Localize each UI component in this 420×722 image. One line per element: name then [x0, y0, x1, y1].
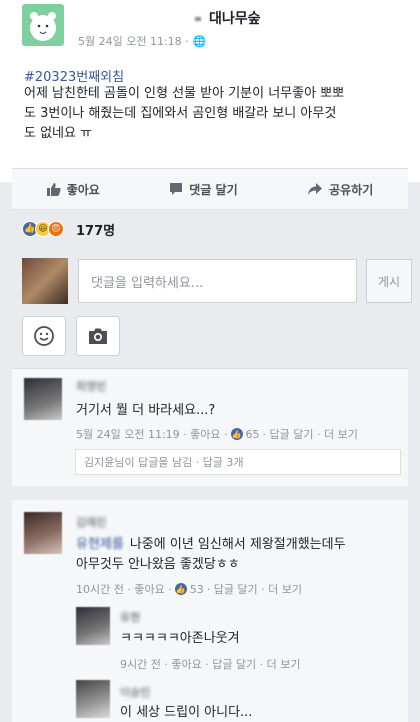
- page-avatar[interactable]: [22, 4, 64, 46]
- reaction-icons: 👍 😆 😠: [22, 221, 64, 237]
- post-card: 대나무숲 5월 24일 오전 11:18 · 🌐 #20323번째외침 어제 남친…: [0, 0, 420, 182]
- photo-button[interactable]: [76, 316, 120, 356]
- camera-icon: [89, 328, 107, 344]
- post-body-line: 어제 남친한테 곰돌이 인형 선물 받아 기분이 너무좋아 뽀뽀: [24, 86, 345, 101]
- share-button[interactable]: 공유하기: [307, 181, 373, 198]
- share-arrow-icon: [308, 183, 323, 195]
- comment-text: 거기서 뭘 더 바라세요...?: [76, 403, 216, 418]
- comment-label: 댓글 달기: [189, 182, 238, 197]
- replier-name[interactable]: 이승민: [120, 684, 150, 700]
- like-count-icon: 👍: [174, 583, 187, 595]
- like-label: 좋아요: [66, 182, 100, 197]
- page-name[interactable]: 대나무숲: [195, 8, 261, 28]
- post-timestamp[interactable]: 5월 24일 오전 11:18 · 🌐: [78, 33, 206, 49]
- angry-reaction-icon: 😠: [48, 221, 64, 237]
- smiley-icon: [34, 326, 54, 346]
- emoji-button[interactable]: [22, 316, 66, 356]
- commenter-name[interactable]: 김예린: [76, 514, 106, 530]
- post-action-bar: 좋아요 댓글 달기 공유하기: [12, 168, 408, 210]
- commenter-avatar[interactable]: [24, 512, 62, 554]
- replier-avatar[interactable]: [76, 680, 110, 718]
- reply-more-links[interactable]: · 답글 달기 · 더 보기: [207, 581, 302, 597]
- comment-text: 유현제를 나중에 이년 임신해서 제왕절개했는데두: [76, 537, 346, 552]
- view-replies-link[interactable]: 김지윤님이 답글을 남김 · 답글 3개: [75, 449, 401, 475]
- comment-meta: 10시간 전 · 좋아요 · 👍 53 · 답글 달기 · 더 보기: [76, 581, 303, 597]
- commenter-name[interactable]: 최명빈: [76, 378, 106, 394]
- replier-name[interactable]: 유현: [120, 609, 140, 625]
- comment-button[interactable]: 댓글 달기: [169, 181, 238, 198]
- post-body: 어제 남친한테 곰돌이 인형 선물 받아 기분이 너무좋아 뽀뽀 도 3번이나 …: [24, 84, 404, 144]
- post-hashtag[interactable]: #20323번째외침: [24, 66, 124, 85]
- post-body-line: 도 없네요 ㅠ: [24, 126, 93, 141]
- comment-text: 아무것두 안나왔음 좋겠당ㅎㅎ: [76, 557, 240, 572]
- reply-text: 이 세상 드립이 아니다...: [120, 705, 253, 720]
- replier-avatar[interactable]: [76, 607, 110, 645]
- reply-text: ㅋㅋㅋㅋㅋ아존나웃겨: [120, 631, 240, 646]
- comment-meta: 5월 24일 오전 11:19 · 좋아요 · 👍 65 · 답글 달기 · 더…: [76, 426, 358, 442]
- commenter-avatar[interactable]: [24, 378, 62, 420]
- reaction-count: 177명: [76, 223, 116, 239]
- comment-bubble-icon: [170, 183, 183, 195]
- reply-more-links[interactable]: · 답글 달기 · 더 보기: [263, 426, 358, 442]
- comment-input[interactable]: 댓글을 입력하세요...: [78, 259, 357, 303]
- mention-tag[interactable]: 유현제를: [76, 537, 124, 552]
- thumbs-up-icon: [46, 183, 61, 196]
- like-button[interactable]: 좋아요: [46, 181, 100, 198]
- post-comment-button[interactable]: 게시: [366, 259, 412, 303]
- globe-icon: 🌐: [192, 35, 207, 48]
- like-count-icon: 👍: [230, 428, 243, 440]
- share-label: 공유하기: [329, 182, 374, 197]
- post-body-line: 도 3번이나 해줬는데 집에와서 곰인형 배갈라 보니 아무것: [24, 106, 337, 121]
- cat-mascot-icon: [30, 12, 56, 41]
- reply-meta[interactable]: 9시간 전 · 좋아요 · 답글 달기 · 더 보기: [120, 656, 301, 672]
- reaction-summary[interactable]: 👍 😆 😠 177명: [22, 218, 115, 240]
- user-avatar: [22, 258, 68, 304]
